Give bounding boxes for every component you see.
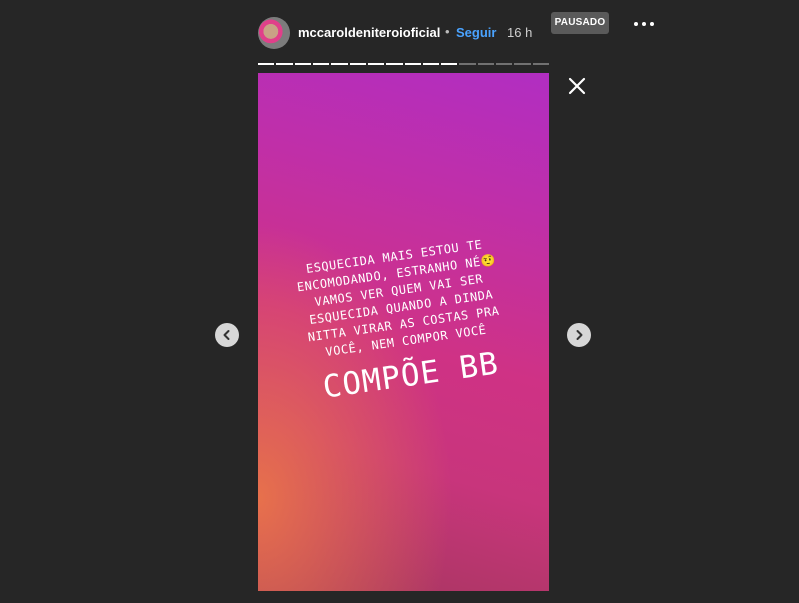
progress-segment bbox=[514, 63, 531, 65]
chevron-left-icon bbox=[223, 330, 230, 340]
story-frame[interactable]: ESQUECIDA MAIS ESTOU TE ENCOMODANDO, EST… bbox=[258, 73, 549, 591]
progress-segment bbox=[367, 63, 385, 65]
separator-dot: • bbox=[445, 24, 450, 39]
progress-segment bbox=[312, 63, 330, 65]
progress-segment bbox=[459, 63, 476, 65]
progress-segment bbox=[294, 63, 311, 65]
chevron-right-icon bbox=[576, 330, 583, 340]
avatar[interactable] bbox=[258, 17, 290, 49]
progress-segment bbox=[331, 63, 348, 65]
progress-segment bbox=[496, 63, 513, 65]
progress-segment bbox=[532, 63, 549, 65]
progress-segment bbox=[386, 63, 403, 65]
story-caption: ESQUECIDA MAIS ESTOU TE ENCOMODANDO, EST… bbox=[258, 228, 549, 418]
previous-story-button[interactable] bbox=[215, 323, 239, 347]
more-options-icon[interactable] bbox=[634, 20, 656, 28]
progress-segment bbox=[404, 63, 421, 65]
paused-badge: PAUSADO bbox=[551, 12, 609, 34]
username[interactable]: mccaroldeniteroioficial bbox=[298, 25, 440, 40]
progress-segment bbox=[422, 63, 440, 65]
story-timestamp: 16 h bbox=[507, 25, 533, 40]
next-story-button[interactable] bbox=[567, 323, 591, 347]
close-icon[interactable] bbox=[566, 75, 588, 97]
progress-segment bbox=[349, 63, 366, 65]
follow-button[interactable]: Seguir bbox=[456, 25, 496, 40]
progress-segment bbox=[477, 63, 495, 65]
story-progress-bar bbox=[258, 63, 549, 66]
progress-segment bbox=[276, 63, 293, 65]
progress-segment bbox=[258, 63, 275, 65]
progress-segment bbox=[441, 63, 458, 65]
